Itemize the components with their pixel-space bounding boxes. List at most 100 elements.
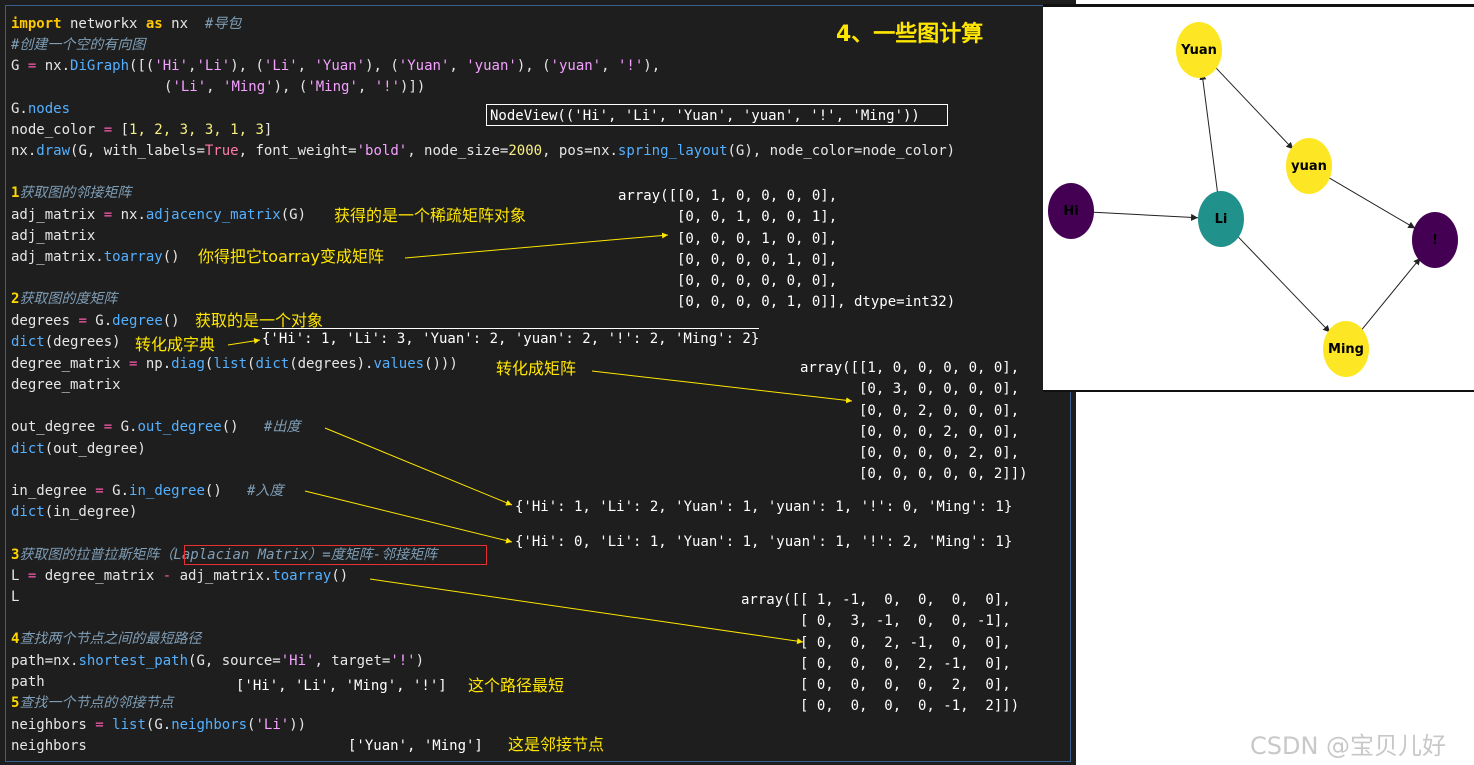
function-name: neighbors [171, 717, 248, 733]
graph-node-label: Yuan [1180, 43, 1217, 58]
note-to-matrix: 转化成矩阵 [496, 359, 577, 378]
code-text: degrees [11, 313, 79, 329]
keyword: import [11, 16, 62, 32]
code-text: degree_matrix [11, 356, 130, 372]
number-list: 1, 2, 3, 3, 1, 3 [129, 122, 264, 138]
comment: 查找两个节点之间的最短路径 [19, 631, 202, 647]
code-text: (degrees) [44, 334, 121, 350]
code-text: (out_degree) [44, 441, 146, 457]
function-name: values [373, 356, 425, 372]
code-text: ())) [424, 356, 458, 372]
code-text: np. [137, 356, 172, 372]
code-text: adj_matrix [11, 207, 104, 223]
code-text: (degrees). [289, 356, 374, 372]
function-name: in_degree [129, 483, 205, 499]
string: 'Ming' [307, 79, 358, 95]
graph-svg: Hi Li Yuan yuan! Ming [1048, 22, 1458, 377]
function-name: adjacency_matrix [145, 207, 281, 223]
graph-edge-Li-Yuan [1199, 72, 1219, 197]
code-text: G [11, 58, 28, 74]
code-text: nx. [11, 143, 37, 159]
code-text: nx [162, 16, 205, 32]
code-text: nx. [36, 58, 71, 74]
string: 'bold' [356, 143, 408, 159]
output-neighbors-list: ['Yuan', 'Ming'] [348, 738, 483, 754]
operator: = [103, 122, 113, 138]
operator: = [78, 313, 87, 329]
string: 'Hi' [280, 653, 315, 669]
output-degree-dict: {'Hi': 1, 'Li': 3, 'Yuan': 2, 'yuan': 2,… [262, 328, 760, 348]
code-line-degree-matrix-show: degree_matrix [11, 377, 121, 393]
string: 'Li' [172, 79, 207, 95]
graph-node-Hi: Hi [1048, 183, 1094, 239]
string: 'Li' [196, 58, 231, 74]
code-text: [ [112, 122, 130, 138]
comment: 获取图的邻接矩阵 [19, 185, 132, 201]
code-text: () [162, 249, 180, 265]
string: 'yuan' [550, 58, 602, 74]
code-line-digraph-cont: ('Li', 'Ming'), ('Ming', '!')]) [164, 79, 426, 95]
code-line-dict-degrees: dict(degrees) [11, 333, 121, 351]
code-text: degree_matrix [36, 568, 163, 584]
note-neighbors: 这是邻接节点 [508, 735, 605, 754]
note-object: 获取的是一个对象 [195, 311, 324, 330]
code-line-nodes: G.nodes [11, 100, 70, 118]
code-line-shortest-path: path=nx.shortest_path(G, source='Hi', ta… [11, 652, 424, 670]
code-text: out_degree [11, 419, 104, 435]
code-line-adjacency: adj_matrix = nx.adjacency_matrix(G) [11, 206, 306, 224]
code-line-adj-matrix: adj_matrix [11, 228, 96, 244]
code-text: , pos=nx. [542, 143, 618, 159]
string: 'yuan' [466, 58, 517, 74]
code-text: (in_degree) [44, 504, 138, 520]
code-text: (G. [145, 717, 172, 733]
operator: = [103, 419, 113, 435]
code-text: (G) [280, 207, 307, 223]
output-nodeview: NodeView(('Hi', 'Li', 'Yuan', 'yuan', '!… [486, 104, 948, 126]
code-text: node_color [11, 122, 104, 138]
comment: #出度 [263, 419, 301, 435]
function-name: dict [11, 334, 45, 350]
note-sparse-matrix: 获得的是一个稀疏矩阵对象 [334, 206, 527, 225]
code-text: (G, with_labels= [70, 143, 205, 159]
code-line-laplacian: L = degree_matrix - adj_matrix.toarray() [11, 567, 348, 585]
code-text: )) [289, 717, 307, 733]
code-line-in-degree: in_degree = G.in_degree() #入度 [11, 482, 283, 500]
code-text: , target= [314, 653, 391, 669]
string: 'Yuan' [314, 58, 366, 74]
code-line-L: L [11, 589, 20, 605]
section-4-heading: 4查找两个节点之间的最短路径 [11, 630, 201, 648]
code-text: in_degree [11, 483, 96, 499]
code-text: () [204, 483, 248, 499]
string: 'Yuan' [398, 58, 450, 74]
graph-node-label: yuan [1291, 159, 1327, 174]
boolean: True [204, 143, 239, 159]
function-name: diag [171, 356, 205, 372]
laplacian-highlight-box [184, 545, 487, 565]
function-name: dict [255, 356, 290, 372]
section-2-heading: 2获取图的度矩阵 [11, 290, 117, 308]
string: '!' [374, 79, 401, 95]
code-text: ) [415, 653, 425, 669]
code-text: (G, source= [188, 653, 281, 669]
code-text: (G), node_color=node_color) [727, 143, 956, 159]
code-editor: 4、一些图计算 import networkx as nx #导包 #创建一个空… [0, 0, 1076, 765]
graph-node-Li: Li [1198, 191, 1244, 247]
code-text: G. [11, 101, 28, 117]
graph-edge-Yuan-yuan [1214, 66, 1294, 150]
operator: - [162, 568, 172, 584]
function-name: DiGraph [70, 58, 130, 74]
note-to-dict: 转化成字典 [135, 335, 216, 354]
code-text: () [221, 419, 264, 435]
graph-edge-Ming-! [1360, 257, 1421, 332]
function-name: list [112, 717, 146, 733]
code-line-dict-out-degree: dict(out_degree) [11, 440, 146, 458]
code-text: () [331, 568, 349, 584]
function-name: list [213, 356, 248, 372]
code-text: adj_matrix. [11, 249, 104, 265]
code-text: , node_size= [407, 143, 509, 159]
output-laplacian-array: array([[ 1, -1, 0, 0, 0, 0], [ 0, 3, -1,… [741, 592, 1020, 715]
operator: = [103, 207, 113, 223]
graph-edges [1093, 66, 1421, 333]
string: 'Hi' [154, 58, 189, 74]
